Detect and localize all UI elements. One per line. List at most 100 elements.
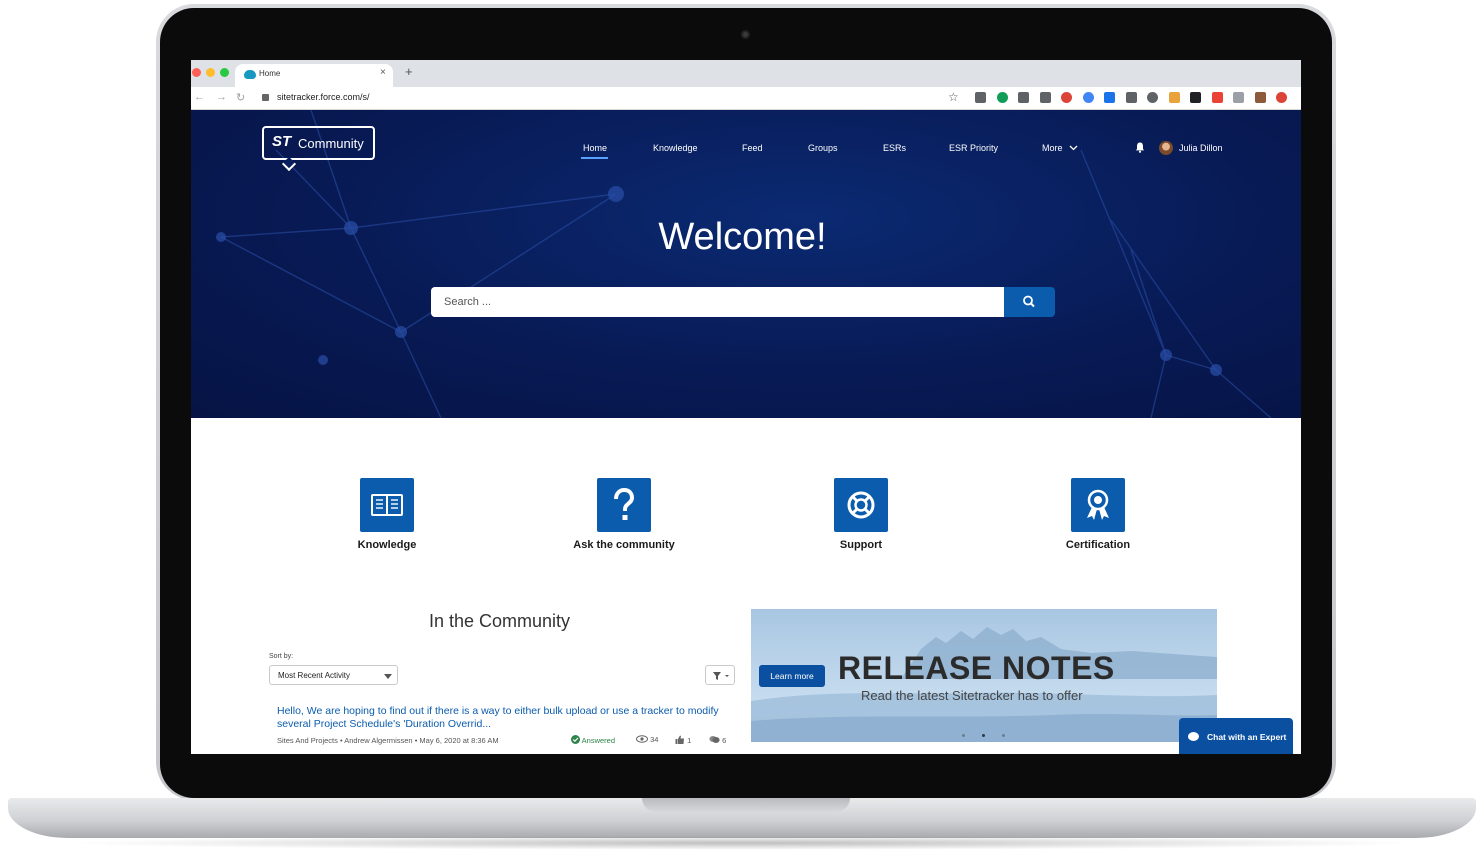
nav-groups[interactable]: Groups: [808, 143, 838, 153]
sort-select[interactable]: Most Recent Activity: [269, 665, 398, 685]
lifebuoy-icon: [847, 491, 875, 519]
views-count: 34: [636, 735, 658, 744]
window-maximize-button[interactable]: [220, 68, 229, 77]
carousel-dot-1[interactable]: [962, 734, 965, 737]
chat-with-expert-button[interactable]: Chat with an Expert: [1179, 718, 1293, 754]
tile-knowledge[interactable]: Knowledge: [307, 478, 467, 551]
nav-feed[interactable]: Feed: [742, 143, 763, 153]
browser-toolbar: ← → ↻ sitetracker.force.com/s/ ☆: [191, 87, 1301, 110]
nav-esr-priority[interactable]: ESR Priority: [949, 143, 998, 153]
tile-support[interactable]: Support: [781, 478, 941, 551]
tile-certification-box: [1071, 478, 1125, 532]
back-button[interactable]: ←: [194, 91, 205, 103]
answered-badge: Answered: [571, 735, 615, 745]
filter-button[interactable]: [705, 665, 735, 685]
chevron-down-icon: [1069, 145, 1078, 151]
thumbs-up-icon: [675, 735, 684, 744]
browser-extension-icon[interactable]: [975, 92, 986, 103]
check-circle-icon: [571, 735, 580, 744]
browser-extension-icon[interactable]: [1125, 92, 1137, 103]
tile-support-box: [834, 478, 888, 532]
search-button[interactable]: [1004, 287, 1055, 317]
caret-down-icon: [384, 674, 392, 679]
site-hero: ST Community Home Knowledge Feed Groups …: [191, 110, 1301, 418]
new-tab-button[interactable]: +: [405, 64, 413, 79]
browser-extension-icon[interactable]: [996, 92, 1008, 103]
tile-knowledge-label: Knowledge: [357, 539, 417, 551]
tab-close-icon[interactable]: ×: [380, 67, 386, 78]
nav-esrs[interactable]: ESRs: [883, 143, 906, 153]
nav-home[interactable]: Home: [583, 143, 607, 153]
laptop-shadow: [60, 836, 1424, 850]
tile-ask-community[interactable]: Ask the community: [544, 478, 704, 551]
sort-value: Most Recent Activity: [278, 671, 351, 680]
reload-button[interactable]: ↻: [236, 91, 245, 104]
nav-more-label: More: [1042, 143, 1063, 153]
banner-subtitle: Read the latest Sitetracker has to offer: [861, 688, 1083, 703]
browser-extension-icon[interactable]: [1233, 92, 1244, 103]
bell-icon[interactable]: [1135, 142, 1145, 153]
filter-icon: [713, 672, 729, 680]
tile-ask-community-label: Ask the community: [573, 539, 675, 551]
window-close-button[interactable]: [192, 68, 201, 77]
welcome-heading: Welcome!: [658, 216, 827, 258]
chat-label: Chat with an Expert: [1207, 732, 1287, 742]
window-minimize-button[interactable]: [206, 68, 215, 77]
community-post-title[interactable]: Hello, We are hoping to find out if ther…: [277, 705, 737, 731]
laptop-notch: [642, 798, 850, 812]
learn-more-button[interactable]: Learn more: [759, 665, 825, 687]
chat-bubble-icon: [1188, 732, 1199, 741]
nav-knowledge[interactable]: Knowledge: [653, 143, 698, 153]
forward-button[interactable]: →: [216, 91, 227, 103]
bookmark-star-icon[interactable]: ☆: [948, 90, 959, 104]
browser-extension-icon[interactable]: [1211, 92, 1223, 103]
laptop-mockup: Home × + ← → ↻ sitetracker.force.com/s/ …: [0, 0, 1484, 867]
eye-icon: [636, 735, 648, 743]
browser-extension-icon[interactable]: [1190, 92, 1201, 103]
nav-more[interactable]: More: [1042, 143, 1078, 153]
release-notes-banner[interactable]: Learn more RELEASE NOTES Read the latest…: [751, 609, 1217, 742]
browser-extension-icon[interactable]: [1254, 92, 1266, 103]
url-field[interactable]: sitetracker.force.com/s/: [277, 92, 370, 102]
screen: Home × + ← → ↻ sitetracker.force.com/s/ …: [191, 60, 1301, 754]
camera-icon: [741, 30, 750, 39]
answered-label: Answered: [581, 736, 616, 745]
comments-value: 6: [722, 736, 727, 745]
salesforce-cloud-icon: [244, 70, 256, 79]
tile-certification-label: Certification: [1065, 539, 1131, 551]
likes-value: 1: [687, 736, 692, 745]
comments-count: 6: [709, 735, 726, 745]
browser-extension-icon[interactable]: [1147, 92, 1158, 103]
sort-label: Sort by:: [269, 653, 294, 660]
browser-extension-icon[interactable]: [1061, 92, 1072, 103]
user-avatar[interactable]: [1159, 141, 1173, 155]
st-community-logo[interactable]: ST Community: [262, 126, 375, 172]
logo-mark: ST: [272, 133, 292, 150]
search-icon: [1023, 295, 1035, 308]
browser-extension-icon[interactable]: [1082, 92, 1094, 103]
lock-icon: [262, 94, 269, 101]
award-ribbon-icon: [1087, 489, 1109, 520]
browser-tab-bar: Home × +: [191, 60, 1301, 87]
question-mark-icon: [614, 487, 635, 520]
browser-extension-icon[interactable]: [1018, 92, 1029, 103]
tile-certification[interactable]: Certification: [1018, 478, 1178, 551]
tile-knowledge-box: [360, 478, 414, 532]
browser-extension-icon[interactable]: [1168, 92, 1180, 103]
carousel-dot-3[interactable]: [1002, 734, 1005, 737]
carousel-dot-2[interactable]: [982, 734, 985, 737]
logo-text: Community: [298, 136, 364, 151]
community-post-meta: Sites And Projects • Andrew Algermissen …: [277, 736, 499, 745]
likes-count: 1: [675, 735, 691, 745]
browser-extension-icon[interactable]: [1104, 92, 1115, 103]
browser-tab-home[interactable]: Home ×: [235, 64, 393, 87]
open-book-icon: [371, 494, 403, 516]
browser-extension-icon[interactable]: [1276, 92, 1287, 103]
user-name[interactable]: Julia Dillon: [1179, 143, 1223, 153]
search-input[interactable]: [431, 287, 1005, 317]
nav-home-active-indicator: [581, 157, 608, 159]
tab-title: Home: [259, 69, 281, 78]
comment-bubbles-icon: [709, 736, 720, 743]
browser-extension-icon[interactable]: [1039, 92, 1051, 103]
tile-ask-community-box: [597, 478, 651, 532]
